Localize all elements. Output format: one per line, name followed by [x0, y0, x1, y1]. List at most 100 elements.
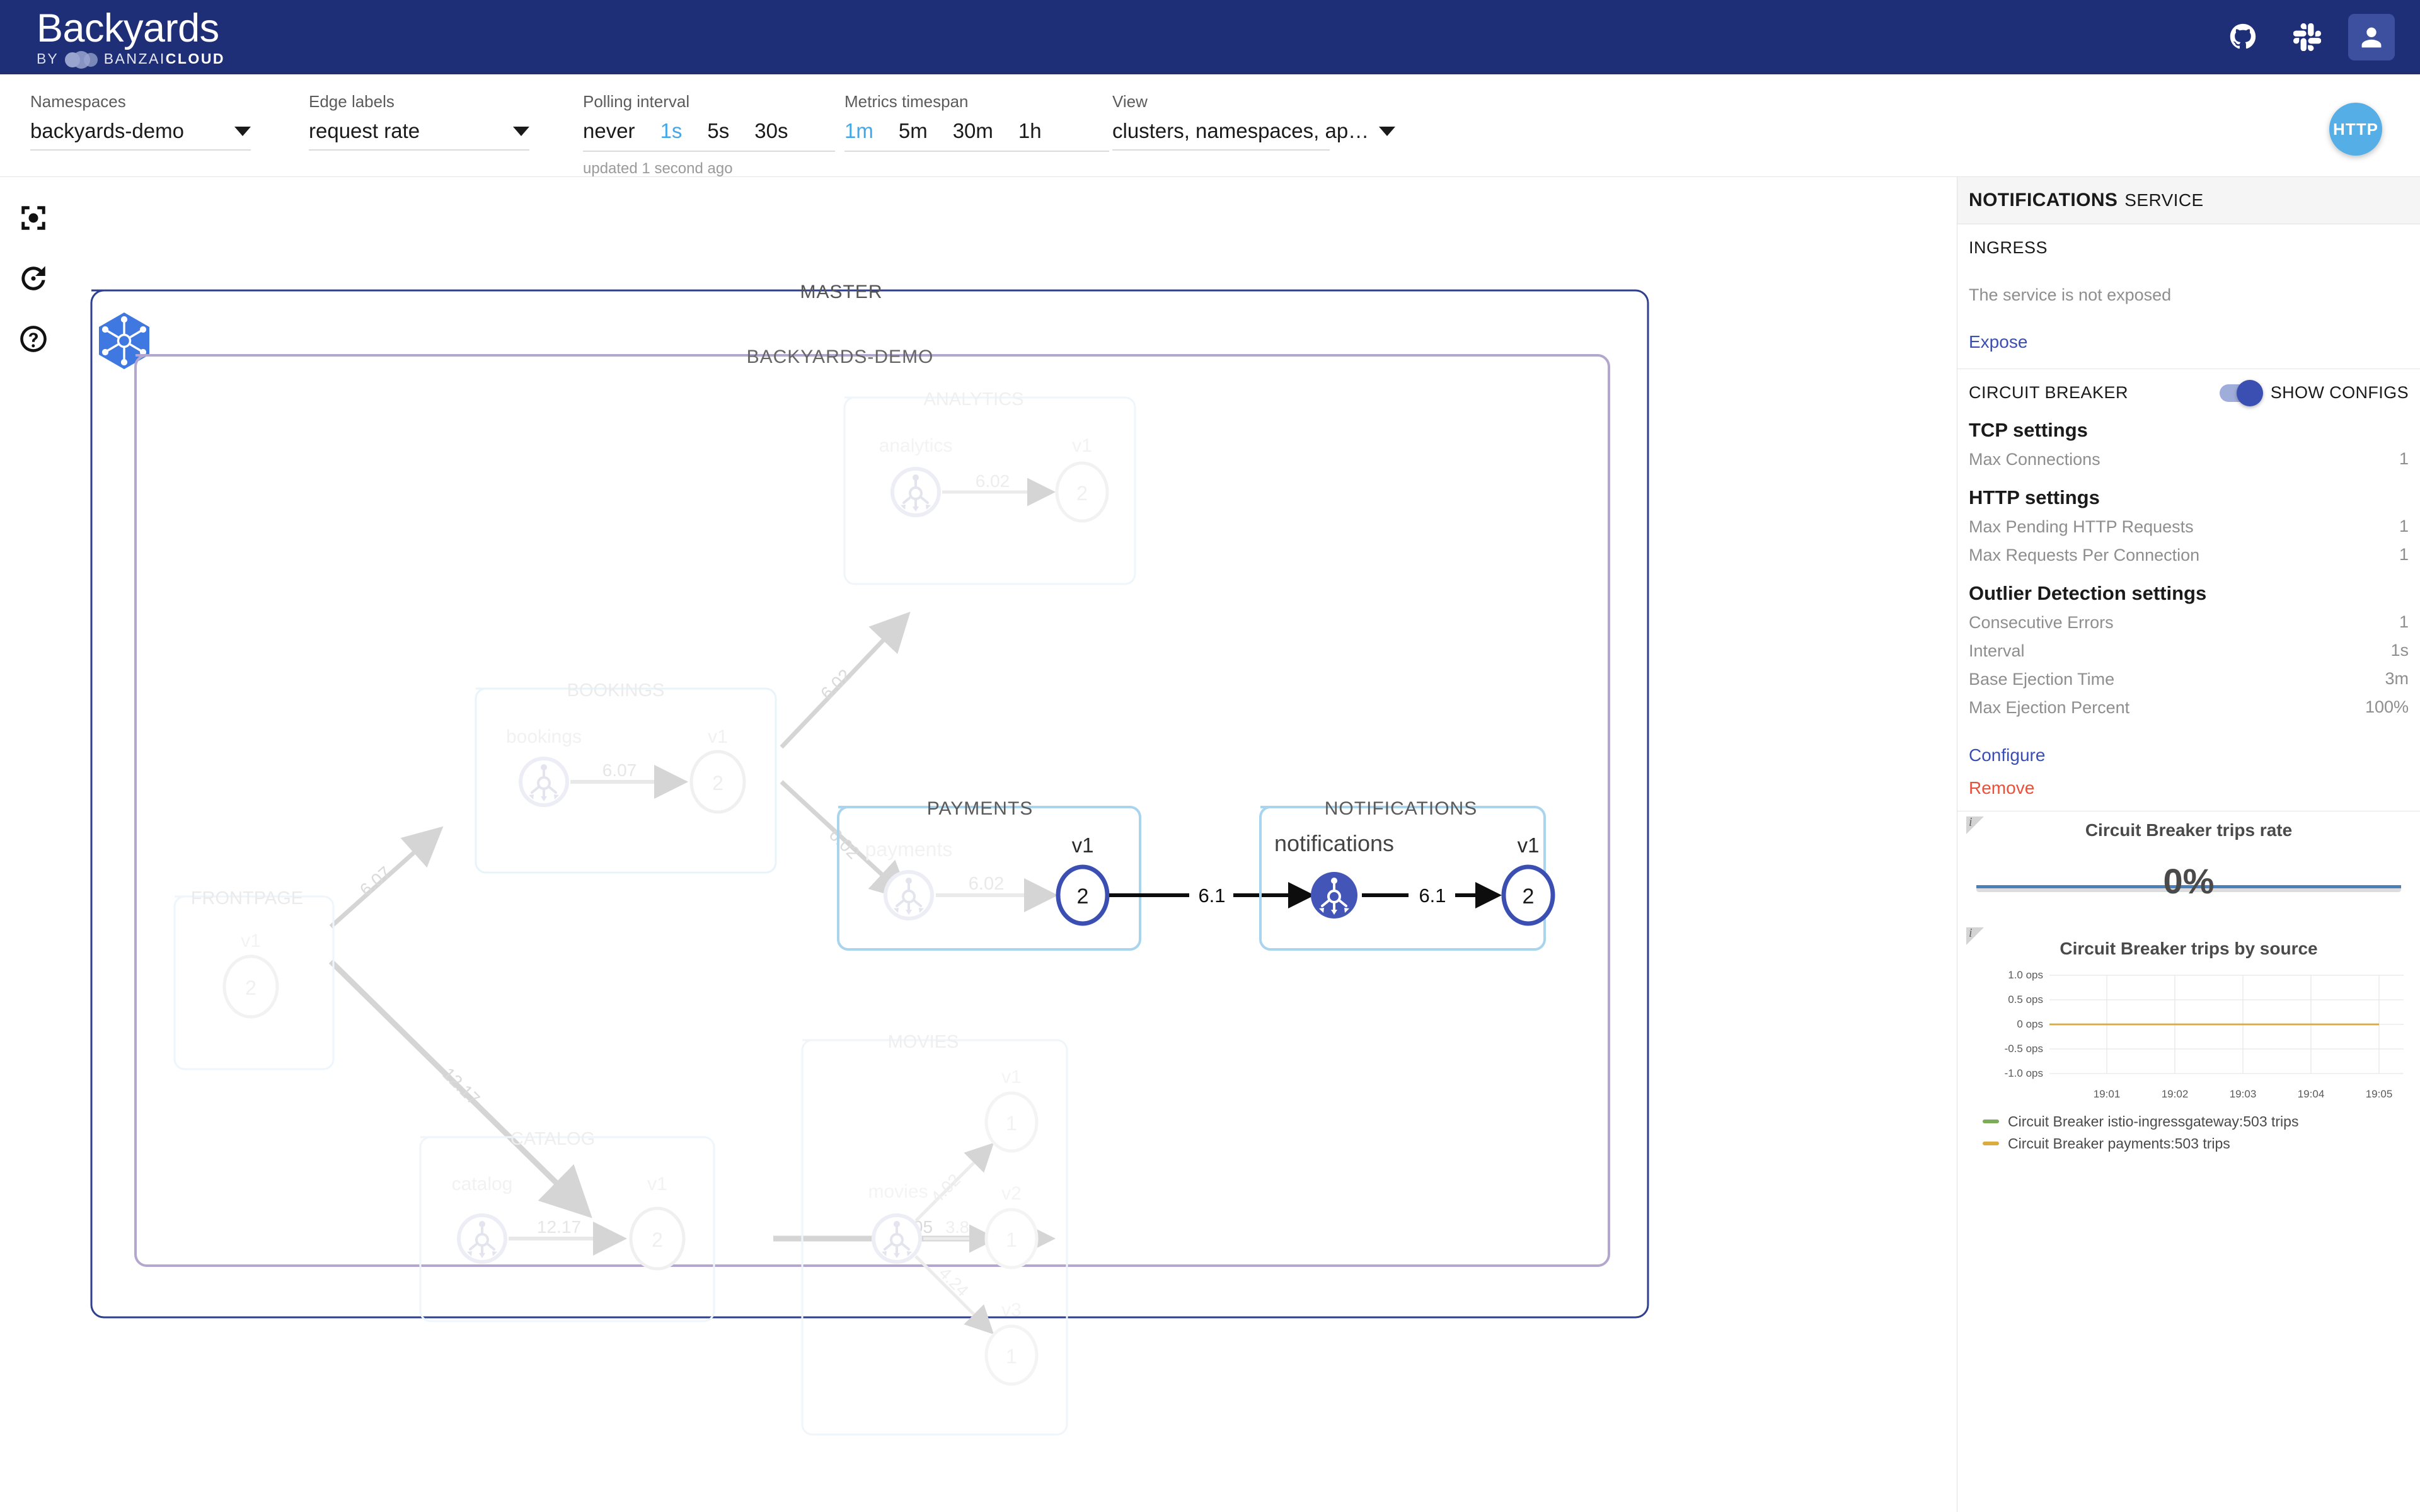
version-label: v3 — [1001, 1300, 1022, 1320]
metrics-timespan-options: 1m 5m 30m 1h — [844, 119, 1109, 152]
config-value: 1 — [2388, 517, 2409, 536]
edge-label: 4.24 — [935, 1263, 972, 1300]
edge-label: 6.02 — [817, 665, 855, 703]
x-tick-label: 19:02 — [2162, 1088, 2189, 1101]
view-value: clusters, namespaces, ap… — [1112, 119, 1369, 143]
info-icon[interactable]: i — [1966, 816, 1984, 834]
slack-icon[interactable] — [2284, 14, 2331, 60]
polling-interval-options: never 1s 5s 30s — [583, 119, 835, 152]
show-configs-toggle-wrap: SHOW CONFIGS — [2220, 383, 2409, 403]
timespan-option-30m[interactable]: 30m — [940, 119, 1006, 143]
config-row: Max Connections 1 — [1969, 449, 2409, 470]
namespace-label: BACKYARDS-DEMO — [747, 346, 934, 367]
timespan-option-5m[interactable]: 5m — [886, 119, 940, 143]
timespan-option-1m[interactable]: 1m — [844, 119, 886, 143]
group-notifications[interactable]: NOTIFICATIONS notifications 6.1 v1 2 — [1260, 798, 1553, 949]
edge-labels-label: Edge labels — [309, 92, 529, 112]
legend-label: Circuit Breaker payments:503 trips — [2008, 1135, 2230, 1152]
edge-label: 12.17 — [537, 1217, 581, 1237]
graph-edges-dim: 6.07 12.17 6.02 6.02 12.05 — [331, 618, 1044, 1239]
view-select[interactable]: clusters, namespaces, ap… — [1112, 119, 1330, 151]
config-value: 100% — [2354, 697, 2409, 717]
group-title: PAYMENTS — [927, 798, 1034, 819]
edge-labels-value: request rate — [309, 119, 420, 143]
brand-cloud-text: CLOUD — [166, 50, 225, 67]
polling-option-never[interactable]: never — [583, 119, 648, 143]
http-settings-title: HTTP settings — [1969, 486, 2409, 509]
edge-label: 6.02 — [969, 874, 1004, 894]
polling-interval-label: Polling interval — [583, 92, 835, 112]
info-icon[interactable]: i — [1966, 927, 1984, 945]
version-label: v1 — [241, 931, 261, 951]
outlier-detection-settings-title: Outlier Detection settings — [1969, 582, 2409, 605]
namespaces-filter: Namespaces backyards-demo — [30, 92, 251, 151]
version-label: v1 — [708, 726, 728, 747]
legend-item[interactable]: Circuit Breaker istio-ingressgateway:503… — [1983, 1113, 2409, 1130]
group-analytics[interactable]: ANALYTICS analytics 6.02 v1 2 — [844, 389, 1135, 584]
x-tick-label: 19:04 — [2298, 1088, 2325, 1101]
metric-card-trips-by-source: i Circuit Breaker trips by source 1.0 op… — [1957, 922, 2420, 1164]
polling-option-30s[interactable]: 30s — [742, 119, 800, 143]
help-icon[interactable] — [15, 321, 52, 357]
header-actions — [2220, 14, 2395, 60]
history-restore-icon[interactable] — [15, 260, 52, 297]
brand-title: Backyards — [37, 8, 225, 49]
legend-swatch — [1983, 1142, 1999, 1145]
circuit-breaker-heading-row: CIRCUIT BREAKER SHOW CONFIGS — [1969, 383, 2409, 403]
left-toolbar — [0, 177, 66, 1512]
service-name: analytics — [879, 435, 953, 456]
group-bookings[interactable]: BOOKINGS bookings 6.07 v1 2 — [476, 680, 776, 873]
replica-count: 2 — [245, 976, 256, 999]
banzaicloud-cloud-icon — [65, 51, 98, 66]
namespaces-value: backyards-demo — [30, 119, 184, 143]
config-key: Max Ejection Percent — [1969, 697, 2129, 718]
show-configs-toggle[interactable] — [2220, 384, 2260, 402]
legend-item[interactable]: Circuit Breaker payments:503 trips — [1983, 1135, 2409, 1152]
focus-icon[interactable] — [15, 200, 52, 236]
show-configs-label: SHOW CONFIGS — [2271, 383, 2409, 403]
legend-label: Circuit Breaker istio-ingressgateway:503… — [2008, 1113, 2298, 1130]
kubernetes-icon — [99, 312, 149, 369]
expose-button[interactable]: Expose — [1969, 332, 2027, 352]
edge-label: 6.1 — [1419, 885, 1446, 907]
group-title: NOTIFICATIONS — [1325, 798, 1477, 819]
x-tick-label: 19:05 — [2366, 1088, 2393, 1101]
edge-labels-select[interactable]: request rate — [309, 119, 529, 151]
service-name: bookings — [506, 726, 582, 747]
gauge-value: 0% — [1969, 861, 2409, 902]
remove-button[interactable]: Remove — [1969, 778, 2034, 798]
toggle-knob — [2237, 380, 2263, 406]
cluster-label: MASTER — [800, 282, 882, 302]
group-catalog[interactable]: CATALOG catalog 12.17 v1 2 — [420, 1129, 714, 1321]
config-row: Interval 1s — [1969, 641, 2409, 662]
config-row: Base Ejection Time 3m — [1969, 669, 2409, 690]
config-row: Consecutive Errors 1 — [1969, 612, 2409, 633]
replica-count: 2 — [652, 1228, 663, 1251]
y-tick-label: 0 ops — [2017, 1018, 2043, 1030]
metrics-timespan-label: Metrics timespan — [844, 92, 1109, 112]
group-frontpage[interactable]: FRONTPAGE v1 2 — [175, 888, 333, 1069]
timespan-option-1h[interactable]: 1h — [1006, 119, 1054, 143]
protocol-badge-http[interactable]: HTTP — [2329, 103, 2382, 156]
metrics-timespan-filter: Metrics timespan 1m 5m 30m 1h — [844, 92, 1109, 152]
gauge: 0% — [1969, 845, 2409, 916]
polling-option-1s[interactable]: 1s — [648, 119, 695, 143]
edge-label: 6.1 — [1198, 885, 1225, 907]
x-tick-label: 19:01 — [2094, 1088, 2121, 1101]
view-filter: View clusters, namespaces, ap… — [1112, 92, 1330, 151]
configure-button[interactable]: Configure — [1969, 745, 2045, 765]
circuit-breaker-heading: CIRCUIT BREAKER — [1969, 383, 2128, 403]
polling-option-5s[interactable]: 5s — [694, 119, 742, 143]
tcp-settings-title: TCP settings — [1969, 419, 2409, 442]
edge-label: 6.07 — [356, 862, 395, 900]
user-account-icon[interactable] — [2348, 14, 2395, 60]
y-tick-label: -1.0 ops — [2005, 1067, 2043, 1079]
chevron-down-icon — [1379, 127, 1395, 136]
legend-swatch — [1983, 1120, 1999, 1123]
service-topology-graph[interactable]: MASTER BACKYARDS- — [66, 177, 1957, 1512]
filter-toolbar: Namespaces backyards-demo Edge labels re… — [0, 74, 2420, 177]
github-icon[interactable] — [2220, 14, 2266, 60]
view-label: View — [1112, 92, 1330, 112]
namespaces-select[interactable]: backyards-demo — [30, 119, 251, 151]
group-movies[interactable]: MOVIES movies 4.02 3.8 4.24 v1 1 v2 1 v3… — [802, 1032, 1067, 1435]
